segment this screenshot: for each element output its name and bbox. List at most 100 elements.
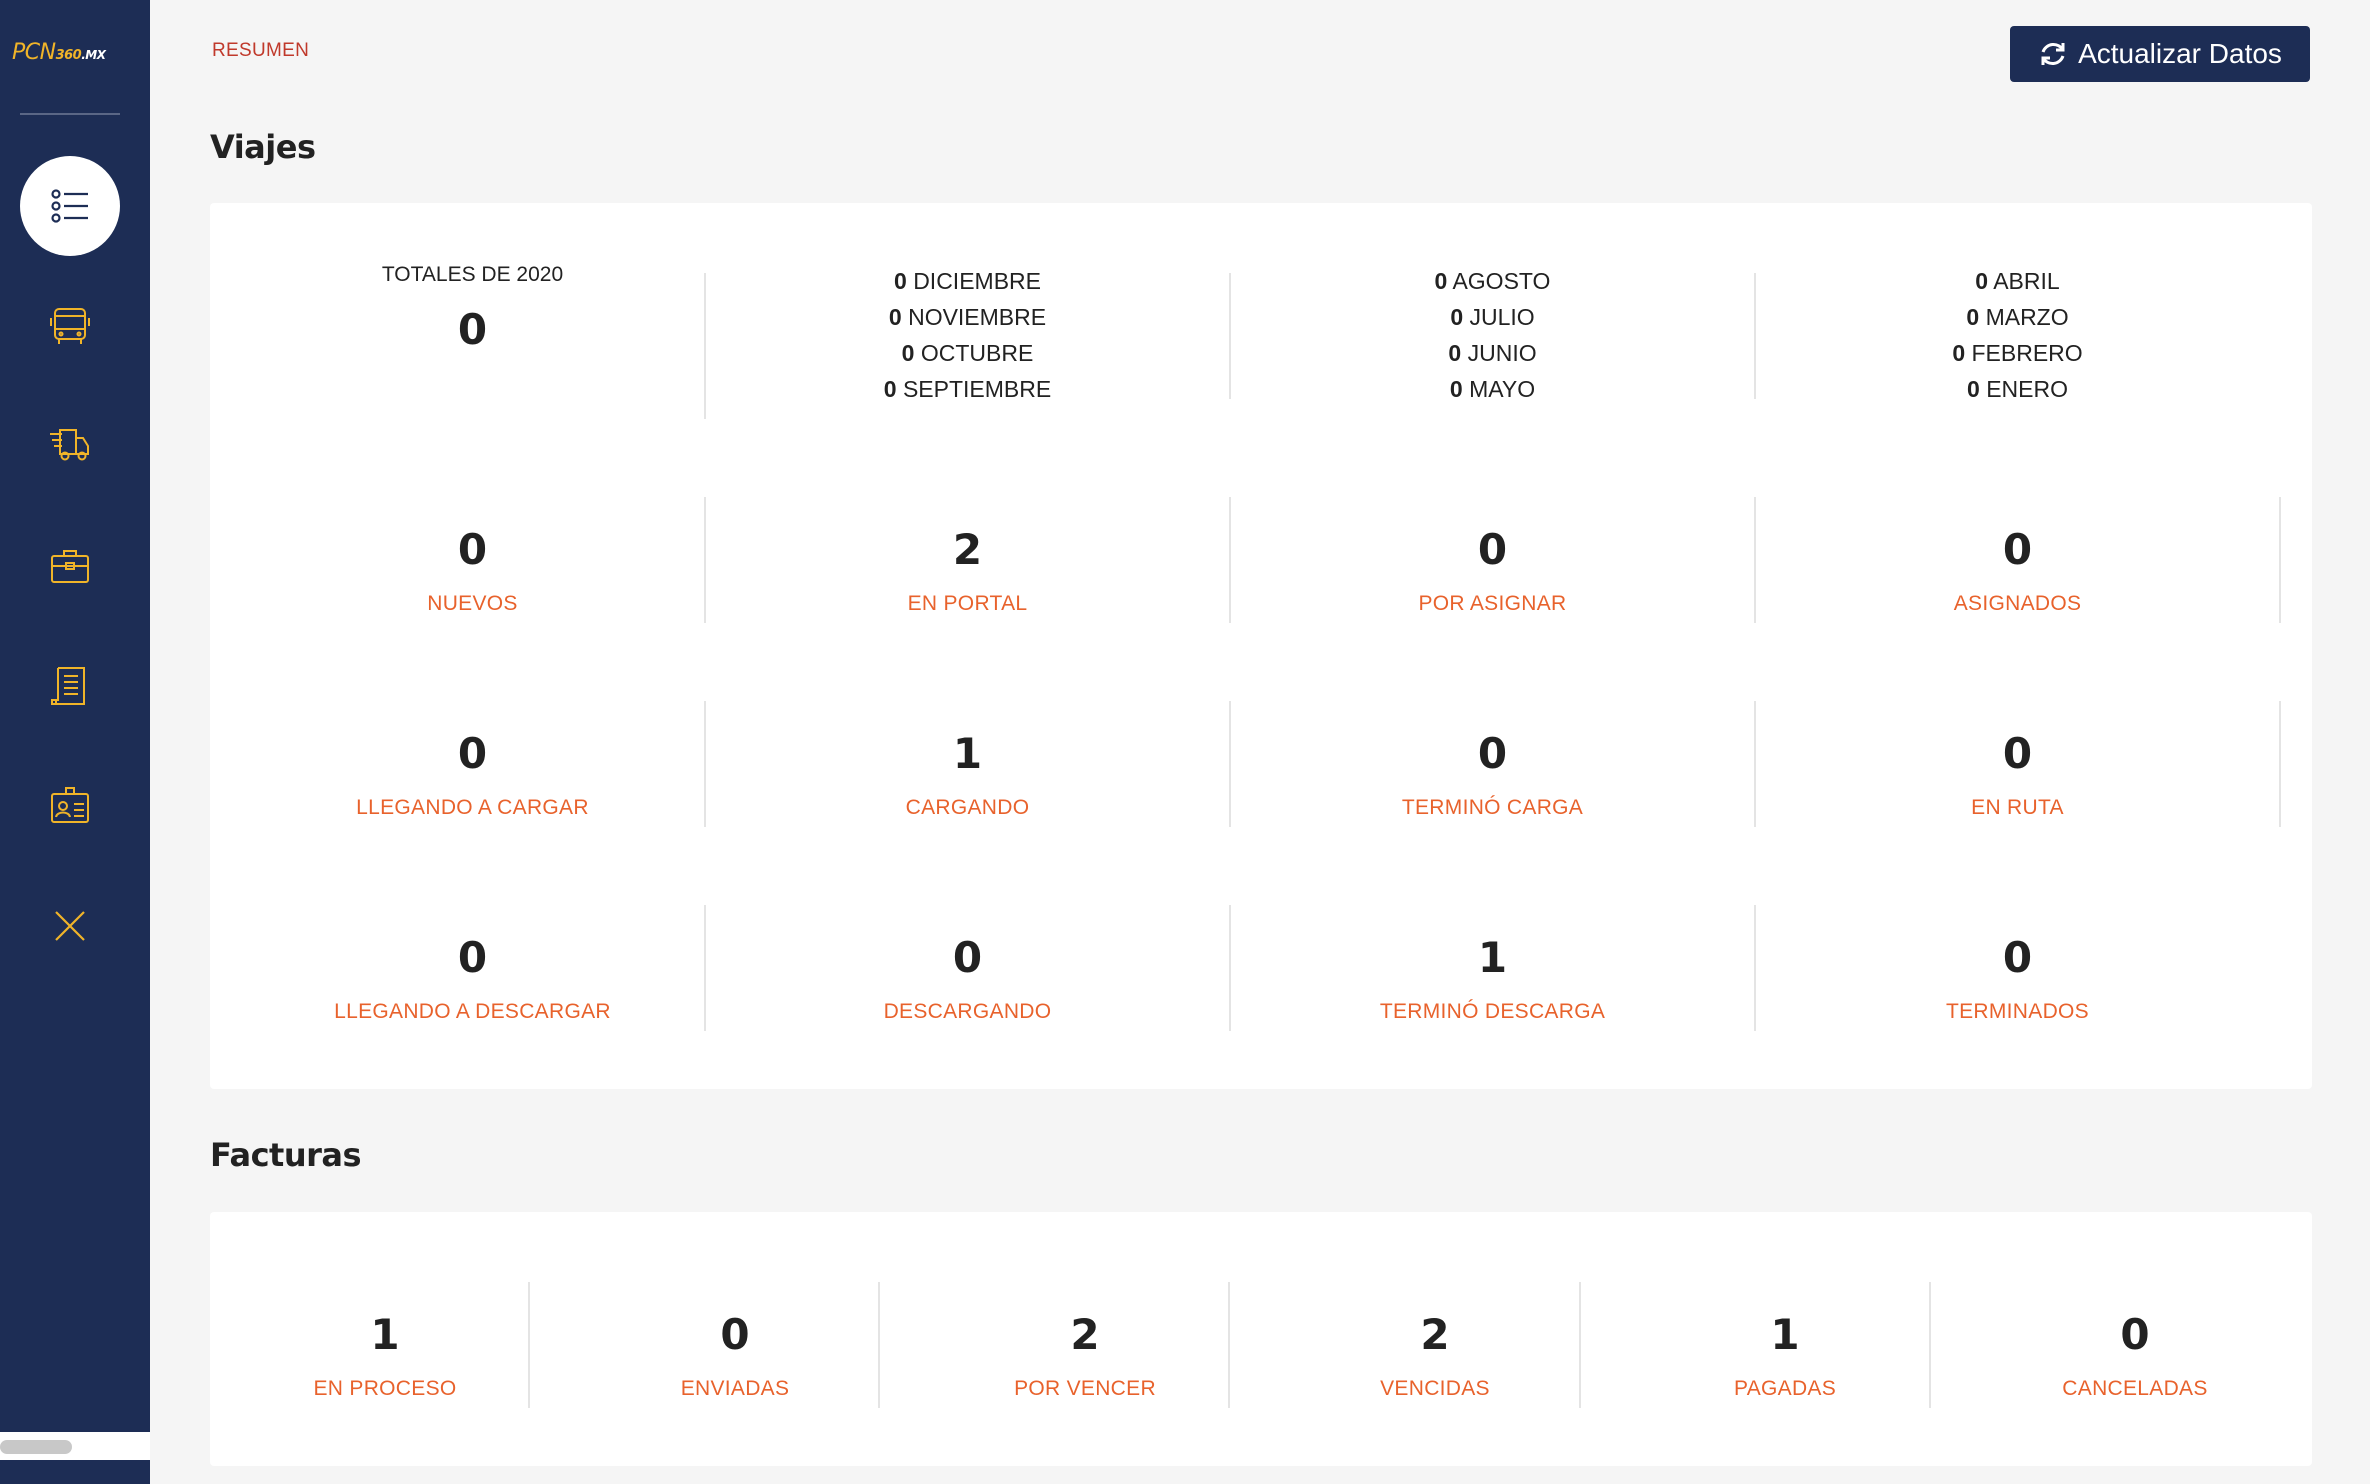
- breadcrumb[interactable]: RESUMEN: [212, 40, 309, 62]
- logo-divider: [20, 113, 120, 115]
- stat-termino-carga[interactable]: 0 TERMINÓ CARGA: [1230, 729, 1755, 820]
- stat-label: CANCELADAS: [2062, 1377, 2208, 1400]
- refresh-label: Actualizar Datos: [2078, 38, 2282, 69]
- invoice-stat-vencidas[interactable]: 2 VENCIDAS: [1260, 1310, 1610, 1401]
- refresh-data-button[interactable]: Actualizar Datos: [2010, 26, 2310, 82]
- column-divider: [528, 1282, 530, 1408]
- month-entry: 0 OCTUBRE: [901, 340, 1034, 366]
- scrollbar-thumb[interactable]: [0, 1440, 72, 1454]
- stat-label: ENVIADAS: [680, 1377, 790, 1400]
- month-entry: 0 DICIEMBRE: [894, 268, 1041, 294]
- column-divider: [1929, 1282, 1931, 1408]
- stat-value: 0: [2002, 729, 2033, 778]
- nav-item-close[interactable]: [20, 876, 120, 976]
- month-entry: 0 ENERO: [1967, 376, 2068, 402]
- column-divider: [2279, 701, 2281, 827]
- totals-value: 0: [457, 305, 488, 354]
- stat-label: POR VENCER: [1014, 1377, 1156, 1400]
- viajes-card: TOTALES DE 2020 0 0 DICIEMBRE 0 NOVIEMBR…: [210, 203, 2312, 1089]
- stat-en-ruta[interactable]: 0 EN RUTA: [1755, 729, 2280, 820]
- stat-value: 1: [1477, 933, 1508, 982]
- stat-label: CARGANDO: [905, 796, 1030, 819]
- stat-label: LLEGANDO A DESCARGAR: [334, 1000, 611, 1023]
- month-entry: 0 ABRIL: [1975, 268, 2060, 294]
- stat-en-portal[interactable]: 2 EN PORTAL: [705, 525, 1230, 616]
- section-title-facturas: Facturas: [210, 1136, 362, 1174]
- facturas-card: 1 EN PROCESO 0 ENVIADAS 2 POR VENCER 2 V…: [210, 1212, 2312, 1466]
- briefcase-icon: [51, 550, 89, 583]
- stat-label: NUEVOS: [427, 592, 518, 615]
- list-icon: [51, 189, 88, 223]
- stat-value: 0: [457, 525, 488, 574]
- stat-terminados[interactable]: 0 TERMINADOS: [1755, 933, 2280, 1024]
- nav-item-operations[interactable]: [20, 516, 120, 616]
- stat-label: LLEGANDO A CARGAR: [356, 796, 589, 819]
- stat-value: 0: [720, 1310, 750, 1359]
- stat-nuevos[interactable]: 0 NUEVOS: [210, 525, 735, 616]
- delivery-truck-icon: [50, 429, 89, 461]
- months-column: 0 DICIEMBRE 0 NOVIEMBRE 0 OCTUBRE 0 SEPT…: [705, 263, 1230, 407]
- stat-descargando[interactable]: 0 DESCARGANDO: [705, 933, 1230, 1024]
- invoice-stat-en-proceso[interactable]: 1 EN PROCESO: [210, 1310, 560, 1401]
- month-entry: 0 JUNIO: [1448, 340, 1537, 366]
- stat-value: 2: [952, 525, 983, 574]
- stat-value: 0: [2002, 933, 2033, 982]
- invoice-stat-canceladas[interactable]: 0 CANCELADAS: [1960, 1310, 2310, 1401]
- stat-termino-descarga[interactable]: 1 TERMINÓ DESCARGA: [1230, 933, 1755, 1024]
- totals-label: TOTALES DE 2020: [381, 263, 564, 286]
- stat-value: 0: [457, 729, 488, 778]
- stat-value: 0: [952, 933, 983, 982]
- stat-value: 0: [1477, 729, 1508, 778]
- month-entry: 0 MARZO: [1966, 304, 2069, 330]
- months-column: 0 AGOSTO 0 JULIO 0 JUNIO 0 MAYO: [1230, 263, 1755, 407]
- stat-value: 2: [1070, 1310, 1100, 1359]
- stat-value: 0: [1477, 525, 1508, 574]
- bus-icon: [50, 308, 90, 344]
- column-divider: [1228, 1282, 1230, 1408]
- app-logo[interactable]: PCN360.MX: [12, 40, 138, 70]
- month-entry: 0 SEPTIEMBRE: [883, 376, 1052, 402]
- close-icon: [55, 911, 85, 941]
- stat-label: TERMINADOS: [1945, 1000, 2089, 1023]
- stat-cargando[interactable]: 1 CARGANDO: [705, 729, 1230, 820]
- nav-item-documents[interactable]: [20, 636, 120, 736]
- stat-label: ASIGNADOS: [1953, 592, 2082, 615]
- month-entry: 0 AGOSTO: [1434, 268, 1551, 294]
- stat-value: 1: [952, 729, 983, 778]
- stat-llegando-a-cargar[interactable]: 0 LLEGANDO A CARGAR: [210, 729, 735, 820]
- nav-item-deliveries[interactable]: [20, 396, 120, 496]
- nav-item-trips[interactable]: [20, 276, 120, 376]
- invoice-stat-pagadas[interactable]: 1 PAGADAS: [1610, 1310, 1960, 1401]
- nav-item-drivers[interactable]: [20, 756, 120, 856]
- stat-label: TERMINÓ CARGA: [1401, 796, 1584, 819]
- section-title-viajes: Viajes: [210, 128, 316, 166]
- stat-label: POR ASIGNAR: [1418, 592, 1567, 615]
- stat-value: 0: [2002, 525, 2033, 574]
- sidebar-scrollbar[interactable]: [0, 1432, 150, 1460]
- column-divider: [1579, 1282, 1581, 1408]
- id-badge-icon: [51, 787, 89, 823]
- stat-label: EN PORTAL: [907, 592, 1028, 615]
- stat-por-asignar[interactable]: 0 POR ASIGNAR: [1230, 525, 1755, 616]
- column-divider: [2279, 497, 2281, 623]
- invoice-stat-por-vencer[interactable]: 2 POR VENCER: [910, 1310, 1260, 1401]
- column-divider: [878, 1282, 880, 1408]
- stat-llegando-a-descargar[interactable]: 0 LLEGANDO A DESCARGAR: [210, 933, 735, 1024]
- month-entry: 0 JULIO: [1450, 304, 1535, 330]
- month-entry: 0 FEBRERO: [1952, 340, 2083, 366]
- stat-label: TERMINÓ DESCARGA: [1379, 1000, 1606, 1023]
- stat-label: EN RUTA: [1971, 796, 2064, 819]
- nav-item-summary[interactable]: [20, 156, 120, 256]
- refresh-icon: [2041, 43, 2065, 65]
- stat-value: 1: [370, 1310, 400, 1359]
- stat-label: DESCARGANDO: [883, 1000, 1052, 1023]
- stat-asignados[interactable]: 0 ASIGNADOS: [1755, 525, 2280, 616]
- stat-value: 2: [1420, 1310, 1450, 1359]
- stat-value: 0: [2120, 1310, 2150, 1359]
- month-entry: 0 MAYO: [1449, 376, 1536, 402]
- stat-label: PAGADAS: [1733, 1377, 1837, 1400]
- stat-value: 0: [457, 933, 488, 982]
- invoice-stat-enviadas[interactable]: 0 ENVIADAS: [560, 1310, 910, 1401]
- document-icon: [51, 667, 85, 705]
- stat-value: 1: [1770, 1310, 1800, 1359]
